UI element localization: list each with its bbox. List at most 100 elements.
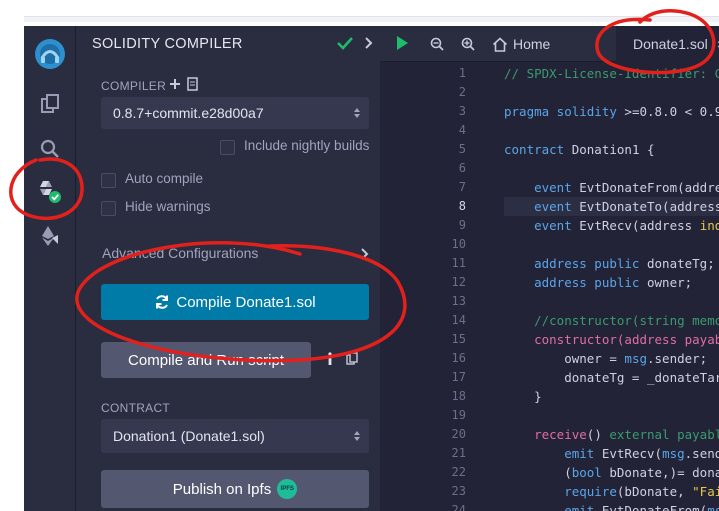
- line-number: 20: [451, 427, 466, 441]
- line-number: 22: [451, 465, 466, 479]
- line-number: 18: [451, 389, 466, 403]
- code-token: donateTg = _donateTarg: [504, 370, 719, 385]
- auto-compile-label: Auto compile: [125, 171, 204, 186]
- code-line[interactable]: // SPDX-License-Identifier: GP: [504, 66, 719, 81]
- line-number: 15: [451, 332, 466, 346]
- code-token: EvtDonateFrom(: [601, 503, 708, 511]
- code-line[interactable]: (bool bDonate,)= donat: [504, 465, 719, 480]
- line-number: 3: [458, 104, 466, 118]
- code-line[interactable]: require(bDonate, "Fail: [504, 484, 719, 499]
- code-token: donateTg;: [647, 256, 715, 271]
- code-token: .sender;: [647, 351, 708, 366]
- home-icon: [492, 36, 508, 52]
- code-token: owner =: [504, 351, 625, 366]
- code-token: "Fail: [692, 484, 719, 499]
- tab-file-label: Donate1.sol: [633, 36, 708, 52]
- code-editor: Home Donate1.sol × 1 // SPDX-License-Iden…: [380, 26, 719, 511]
- code-token: (): [586, 427, 610, 442]
- deploy-run-icon[interactable]: [24, 218, 76, 254]
- info-icon[interactable]: [326, 352, 334, 366]
- auto-compile-checkbox[interactable]: [101, 173, 116, 188]
- code-line[interactable]: emit EvtRecv(msg.sende: [504, 446, 719, 461]
- remix-logo-icon[interactable]: [24, 36, 76, 72]
- code-line[interactable]: address public owner;: [504, 275, 692, 290]
- code-token: owner;: [647, 275, 693, 290]
- code-line[interactable]: owner = msg.sender;: [504, 351, 707, 366]
- contract-value: Donation1 (Donate1.sol): [113, 428, 265, 444]
- code-token: >=0.8.0 < 0.9.: [624, 104, 719, 119]
- code-token: bool: [571, 465, 610, 480]
- file-explorer-icon[interactable]: [24, 86, 76, 122]
- include-nightly-checkbox[interactable]: [220, 140, 235, 155]
- search-icon[interactable]: [24, 131, 76, 167]
- solidity-compiler-icon[interactable]: [24, 174, 76, 210]
- code-token: require: [504, 484, 617, 499]
- advanced-config-toggle[interactable]: Advanced Configurations: [102, 245, 258, 261]
- line-number: 9: [458, 218, 466, 232]
- code-token: EvtRecv(: [601, 446, 663, 461]
- refresh-icon: [156, 295, 169, 309]
- zoom-out-icon[interactable]: [430, 37, 444, 51]
- line-number: 21: [451, 446, 466, 460]
- code-token: EvtDonateFrom(addres: [579, 180, 719, 195]
- zoom-in-icon[interactable]: [461, 37, 475, 51]
- code-line[interactable]: receive() external payable: [504, 427, 719, 442]
- panel-title: SOLIDITY COMPILER: [92, 36, 243, 52]
- code-token: address public: [504, 256, 647, 271]
- select-arrows-icon: [354, 431, 360, 441]
- line-number: 2: [458, 85, 466, 99]
- tab-home-label: Home: [513, 36, 551, 52]
- code-line[interactable]: event EvtRecv(address inde: [504, 218, 719, 233]
- ipfs-logo-icon: IPFS: [277, 479, 298, 499]
- line-number: 12: [451, 275, 466, 289]
- add-compiler-icon[interactable]: [169, 78, 181, 90]
- compiler-version-select[interactable]: 0.8.7+commit.e28d00a7: [101, 97, 369, 129]
- contract-label: CONTRACT: [101, 401, 171, 415]
- code-token: event: [504, 218, 580, 233]
- compile-button-label: Compile Donate1.sol: [176, 293, 316, 311]
- compiler-panel: SOLIDITY COMPILER COMPILER 0.8.7+commit.…: [76, 26, 380, 511]
- code-line[interactable]: emit EvtDonateFrom(msg: [504, 503, 719, 511]
- code-line[interactable]: contract Donation1 {: [504, 142, 655, 157]
- line-number: 24: [451, 503, 466, 511]
- code-line[interactable]: //constructor(string memor: [504, 313, 719, 328]
- code-token: // SPDX-License-Identifier: GP: [504, 66, 719, 81]
- line-number: 16: [451, 351, 466, 365]
- code-token: event: [504, 180, 580, 195]
- compile-and-run-button[interactable]: Compile and Run script: [101, 342, 311, 378]
- line-number: 23: [451, 484, 466, 498]
- hide-warnings-checkbox[interactable]: [101, 201, 116, 216]
- contract-select[interactable]: Donation1 (Donate1.sol): [101, 419, 369, 453]
- document-icon[interactable]: [187, 77, 198, 91]
- code-line[interactable]: address public donateTg;: [504, 256, 715, 271]
- code-token: pragma solidity: [504, 104, 625, 119]
- code-line[interactable]: }: [504, 389, 542, 404]
- code-line[interactable]: event EvtDonateTo(address: [504, 199, 719, 214]
- code-line[interactable]: pragma solidity >=0.8.0 < 0.9.: [504, 104, 719, 119]
- compiler-version-value: 0.8.7+commit.e28d00a7: [113, 105, 264, 121]
- code-token: //constructor(string memor: [504, 313, 719, 328]
- include-nightly-label: Include nightly builds: [244, 138, 370, 153]
- code-token: external payable: [609, 427, 719, 442]
- run-icon[interactable]: [394, 35, 410, 51]
- tab-home[interactable]: Home: [492, 26, 550, 62]
- advanced-chevron-icon[interactable]: [360, 248, 369, 260]
- copy-icon[interactable]: [346, 352, 358, 365]
- publish-ipfs-button[interactable]: Publish on Ipfs IPFS: [101, 470, 369, 508]
- code-token: msg: [624, 351, 647, 366]
- code-token: address public: [504, 275, 647, 290]
- compile-button[interactable]: Compile Donate1.sol: [101, 284, 369, 320]
- code-line[interactable]: donateTg = _donateTarg: [504, 370, 719, 385]
- code-area[interactable]: 1// SPDX-License-Identifier: GP 2 3 pragma …: [380, 62, 719, 511]
- code-token: msg: [707, 503, 719, 511]
- code-token: contract: [504, 142, 572, 157]
- line-number: 1: [458, 66, 466, 80]
- line-number: 19: [451, 408, 466, 422]
- tab-donate1-sol[interactable]: Donate1.sol ×: [616, 26, 719, 62]
- code-token: address payabl: [624, 332, 719, 347]
- line-number: 17: [451, 370, 466, 384]
- code-line[interactable]: event EvtDonateFrom(addres: [504, 180, 719, 195]
- chevron-right-icon[interactable]: [364, 37, 374, 49]
- code-line[interactable]: constructor(address payabl: [504, 332, 719, 347]
- line-number: 6: [458, 161, 466, 175]
